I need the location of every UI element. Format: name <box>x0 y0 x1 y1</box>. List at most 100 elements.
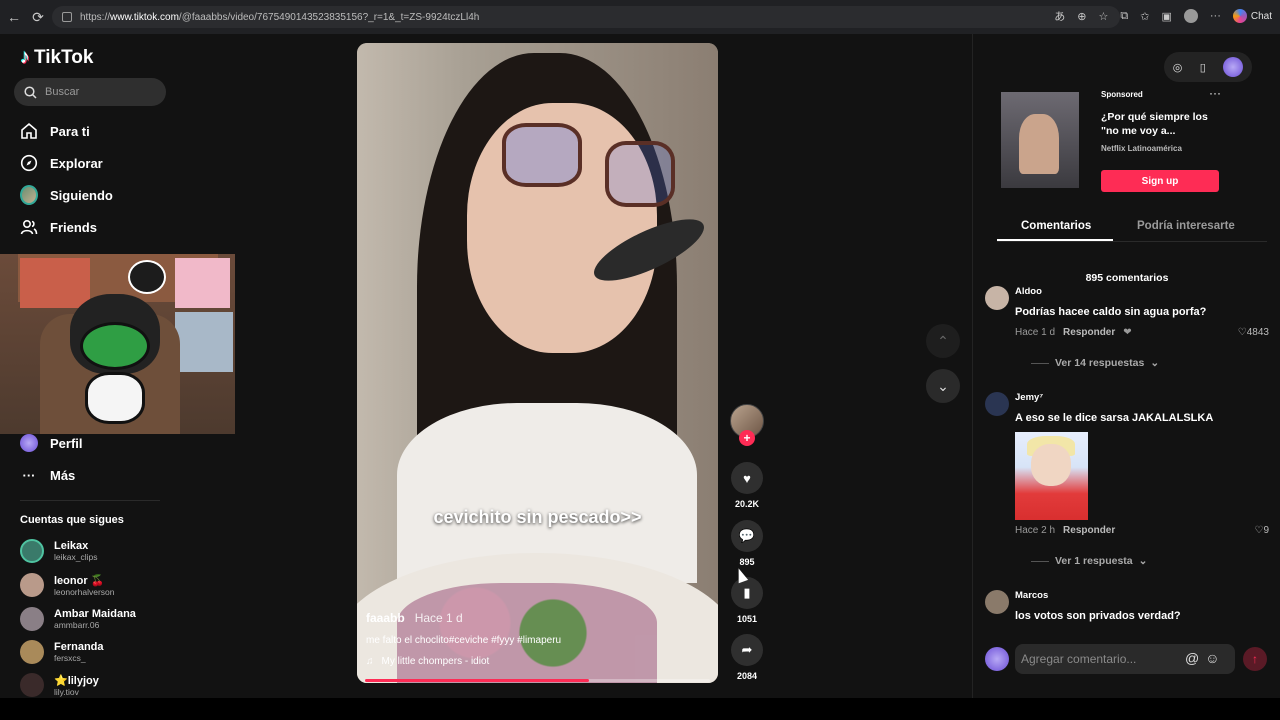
sign-up-button[interactable]: Sign up <box>1101 170 1219 192</box>
commenter-avatar[interactable] <box>985 286 1009 310</box>
share-icon: ➦ <box>731 634 763 666</box>
taskbar-strip <box>0 698 1280 720</box>
search-placeholder: Buscar <box>45 86 80 98</box>
next-video-button[interactable]: ⌄ <box>926 369 960 403</box>
logo-text: TikTok <box>34 46 94 68</box>
video-posted-time: Hace 1 d <box>414 611 463 625</box>
following-account[interactable]: Fernanda fersxcs_ <box>20 640 104 664</box>
following-section-title: Cuentas que sigues <box>20 514 124 526</box>
search-input[interactable]: Buscar <box>14 78 166 106</box>
arrow-up-icon: ↑ <box>1252 652 1258 666</box>
profile-icon[interactable] <box>1183 9 1198 23</box>
home-icon <box>20 122 38 140</box>
tiktok-logo[interactable]: ♪ TikTok <box>20 46 93 69</box>
commenter-name[interactable]: Aldoo <box>1015 286 1042 297</box>
extensions-icon[interactable]: ⧉ <box>1120 10 1128 23</box>
comment-like-count: 4843 <box>1246 327 1269 338</box>
video-progress-bar[interactable] <box>365 679 710 682</box>
video-caption-overlay: cevichito sin pescado>> <box>433 507 642 527</box>
mobile-icon[interactable]: ▯ <box>1200 61 1206 74</box>
url-host: www.tiktok.com <box>110 11 179 23</box>
menu-dots-icon[interactable]: ··· <box>1210 10 1221 22</box>
account-handle: leikax_clips <box>54 552 98 562</box>
commenter-name[interactable]: Marcos <box>1015 590 1048 601</box>
comment-like-button[interactable]: ♡4843 <box>1238 327 1269 338</box>
follow-plus-icon[interactable]: + <box>739 430 755 446</box>
commenter-avatar[interactable] <box>985 590 1009 614</box>
comment-time: Hace 1 d <box>1015 327 1056 338</box>
emoji-icon[interactable]: ☺ <box>1205 650 1219 666</box>
nav-label: Más <box>50 467 76 483</box>
site-info-icon[interactable] <box>62 12 72 22</box>
collections-icon[interactable]: ▣ <box>1161 10 1171 23</box>
comment-text: A eso se le dice sarsa JAKALALSLKA <box>1015 412 1214 424</box>
reload-icon[interactable]: ⟳ <box>26 5 50 29</box>
previous-video-button[interactable]: ⌃ <box>926 324 960 358</box>
following-account[interactable]: ⭐lilyjoy lily.tiov <box>20 673 99 697</box>
browser-toolbar: ← ⟳ https://www.tiktok.com/@faaabbs/vide… <box>0 0 1280 34</box>
ad-thumbnail[interactable] <box>1001 92 1079 188</box>
bookmark-star-icon[interactable]: ☆ <box>1099 10 1109 23</box>
video-author[interactable]: faaabb <box>366 611 405 625</box>
account-name: Ambar Maidana <box>54 608 136 620</box>
chevron-up-icon: ⌃ <box>937 332 949 349</box>
address-bar[interactable]: https://www.tiktok.com/@faaabbs/video/76… <box>52 6 1120 28</box>
tab-comentarios[interactable]: Comentarios <box>1021 220 1091 232</box>
following-account[interactable]: Leikax leikax_clips <box>20 539 97 563</box>
video-music[interactable]: My little chompers - idiot <box>382 656 490 667</box>
comment-image[interactable] <box>1015 432 1088 520</box>
add-comment-bar: Agregar comentario... @ ☺ ↑ <box>985 644 1269 674</box>
friends-icon <box>20 218 38 236</box>
sidebar-item-siguiendo[interactable]: Siguiendo <box>20 185 113 205</box>
sidebar-item-mas[interactable]: ··· Más <box>20 466 76 484</box>
view-replies-button[interactable]: Ver 14 respuestas ⌄ <box>1031 357 1159 369</box>
reply-button[interactable]: Responder <box>1063 327 1115 338</box>
ad-more-icon[interactable]: ··· <box>1209 86 1221 100</box>
user-avatar[interactable] <box>1223 57 1244 77</box>
account-name: ⭐lilyjoy <box>54 674 99 687</box>
commenter-avatar[interactable] <box>985 392 1009 416</box>
creator-avatar-button[interactable]: + <box>728 404 766 446</box>
panel-tabs: Comentarios Podría interesarte <box>997 212 1267 242</box>
comment-text: los votos son privados verdad? <box>1015 610 1181 622</box>
copilot-chat-button[interactable]: Chat <box>1232 9 1272 23</box>
commenter-name[interactable]: Jemy⁷ <box>1015 392 1043 403</box>
zoom-icon[interactable]: ⊕ <box>1077 10 1086 23</box>
ad-title[interactable]: ¿Por qué siempre los "no me voy a... <box>1101 110 1221 138</box>
like-count: 20.2K <box>734 499 760 509</box>
bookmark-icon: ▮ <box>731 577 763 609</box>
video-player[interactable]: cevichito sin pescado>> faaabb Hace 1 d … <box>357 43 718 683</box>
like-button[interactable]: ♥ 20.2K <box>728 462 766 509</box>
streamer-overlay-image <box>0 254 235 434</box>
account-handle: ammbarr.06 <box>54 620 100 630</box>
account-avatar <box>20 573 44 597</box>
video-meta: faaabb Hace 1 d me falto el choclito#cev… <box>366 611 706 667</box>
comment-like-button[interactable]: ♡9 <box>1254 525 1269 536</box>
send-button[interactable]: ↑ <box>1243 647 1267 671</box>
view-replies-button[interactable]: Ver 1 respuesta ⌄ <box>1031 555 1147 567</box>
top-actions: ◎ ▯ <box>1164 52 1252 82</box>
account-handle: lily.tiov <box>54 686 79 697</box>
comment-button[interactable]: 💬 895 <box>728 520 766 567</box>
back-icon[interactable]: ← <box>2 5 26 29</box>
user-avatar <box>985 647 1009 671</box>
sidebar-item-perfil[interactable]: Perfil <box>20 434 83 452</box>
save-button[interactable]: ▮ 1051 <box>728 577 766 624</box>
comment-icon: 💬 <box>731 520 763 552</box>
reply-button[interactable]: Responder <box>1063 525 1115 536</box>
account-avatar <box>20 640 44 664</box>
sidebar-item-friends[interactable]: Friends <box>20 218 97 236</box>
comment-time: Hace 2 h <box>1015 525 1056 536</box>
add-comment-placeholder: Agregar comentario... <box>1021 652 1137 666</box>
sidebar-item-explorar[interactable]: Explorar <box>20 154 103 172</box>
compass-icon[interactable]: ◎ <box>1173 61 1183 74</box>
following-account[interactable]: leonor 🍒 leonorhalverson <box>20 573 114 597</box>
tab-podria-interesarte[interactable]: Podría interesarte <box>1137 220 1235 232</box>
mention-icon[interactable]: @ <box>1185 650 1199 666</box>
favorites-icon[interactable]: ✩ <box>1140 10 1149 23</box>
following-account[interactable]: Ambar Maidana ammbarr.06 <box>20 607 136 631</box>
translate-icon[interactable]: あ <box>1054 8 1065 24</box>
share-button[interactable]: ➦ 2084 <box>728 634 766 681</box>
sidebar-item-para-ti[interactable]: Para ti <box>20 122 90 140</box>
video-progress-fill <box>365 679 590 682</box>
